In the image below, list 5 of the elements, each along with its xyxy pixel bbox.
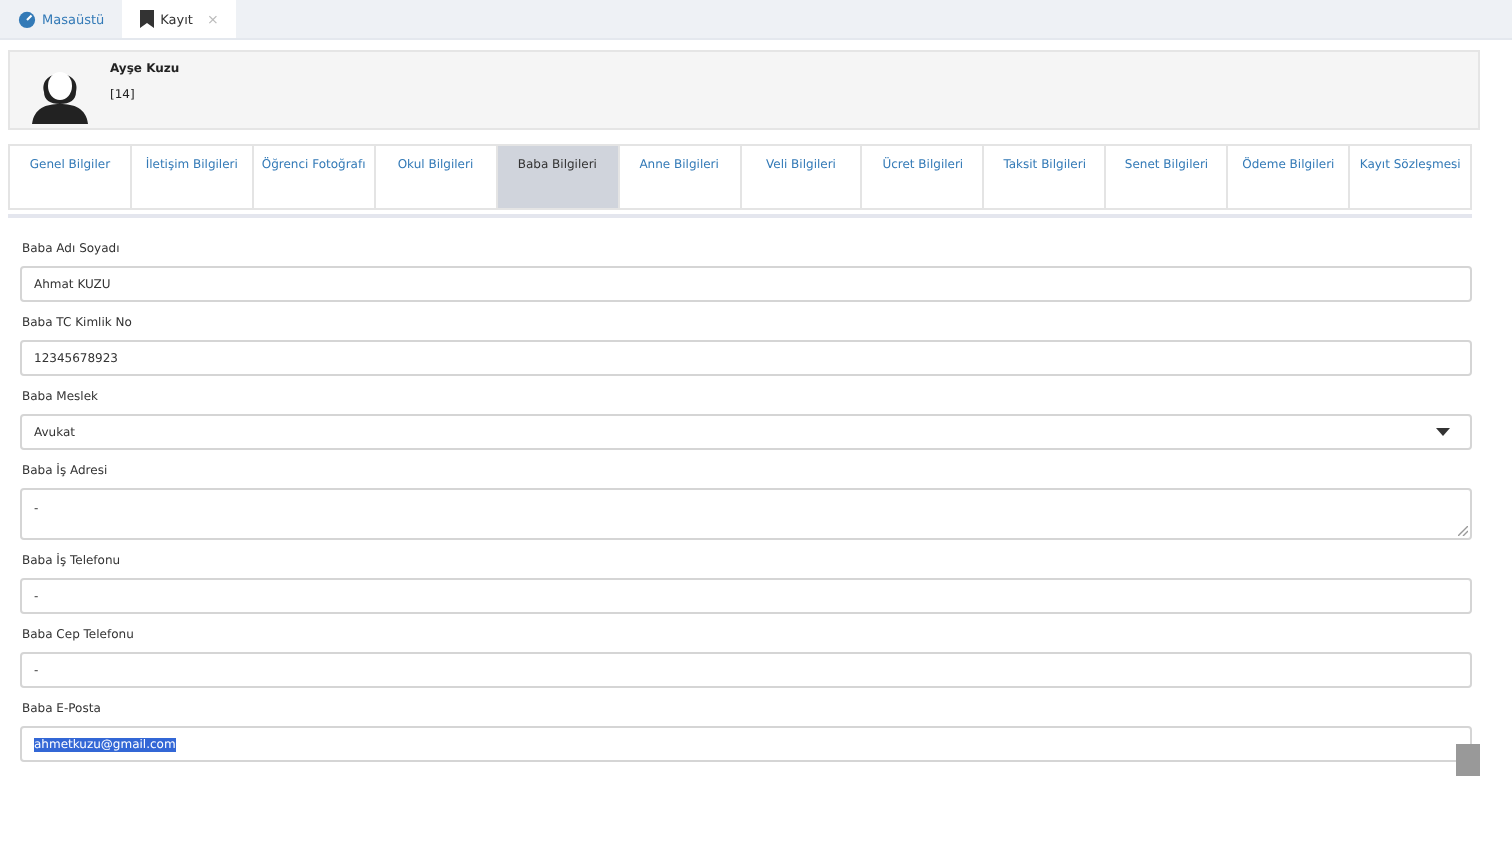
dashboard-icon	[18, 10, 36, 28]
bookmark-icon	[140, 10, 155, 28]
resize-handle-icon	[1458, 526, 1468, 536]
scroll-top-button[interactable]	[1456, 744, 1480, 776]
caret-icon	[1436, 428, 1450, 436]
